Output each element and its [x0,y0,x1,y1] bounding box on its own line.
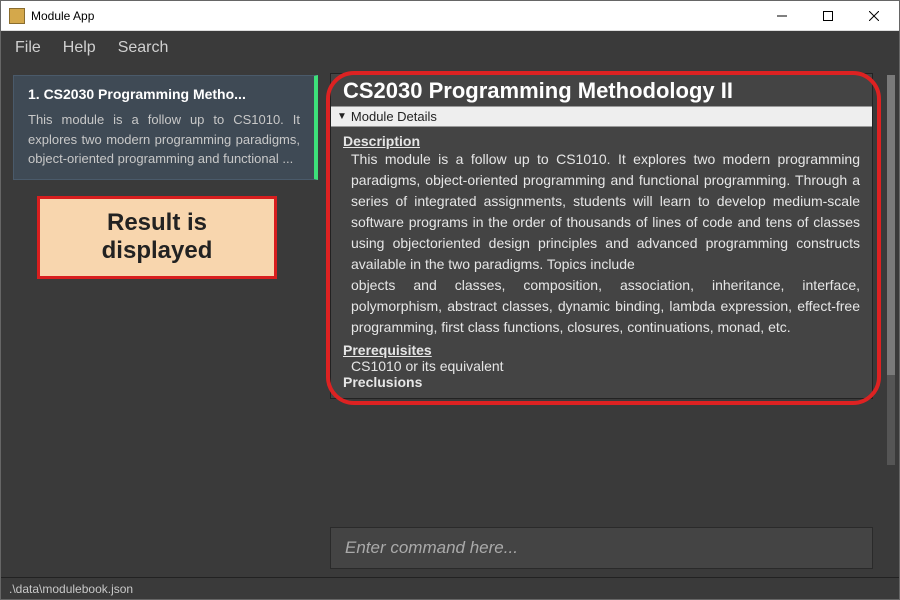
window-title: Module App [31,9,94,23]
menu-search[interactable]: Search [118,39,169,57]
scrollbar-thumb[interactable] [887,75,895,375]
prerequisites-value: CS1010 or its equivalent [343,358,860,374]
titlebar: Module App [1,1,899,31]
description-text-1: This module is a follow up to CS1010. It… [343,149,860,275]
module-detail-panel: CS2030 Programming Methodology II ▼ Modu… [330,73,873,399]
collapse-arrow-icon: ▼ [337,111,347,122]
command-placeholder: Enter command here... [345,538,518,557]
annotation-callout: Result is displayed [37,196,277,280]
maximize-button[interactable] [805,1,851,31]
sidebar: 1. CS2030 Programming Metho... This modu… [1,65,326,577]
annotation-text: Result is displayed [58,209,256,267]
close-button[interactable] [851,1,897,31]
module-detail-body: Description This module is a follow up t… [331,127,872,398]
app-icon [9,8,25,24]
menu-file[interactable]: File [15,39,41,57]
list-item-snippet: This module is a follow up to CS1010. It… [28,110,300,169]
detail-wrap: CS2030 Programming Methodology II ▼ Modu… [330,73,889,399]
main-panel: CS2030 Programming Methodology II ▼ Modu… [326,65,899,577]
command-input[interactable]: Enter command here... [330,527,873,569]
module-details-header[interactable]: ▼ Module Details [331,106,872,127]
prerequisites-label: Prerequisites [343,342,860,358]
list-item-title: 1. CS2030 Programming Metho... [28,86,300,102]
module-details-label: Module Details [351,109,437,124]
module-title: CS2030 Programming Methodology II [331,74,872,106]
menu-help[interactable]: Help [63,39,96,57]
module-list-item[interactable]: 1. CS2030 Programming Metho... This modu… [13,75,318,180]
description-label: Description [343,133,860,149]
description-text-2: objects and classes, composition, associ… [343,275,860,338]
app-window: Module App File Help Search 1. CS2030 Pr… [0,0,900,600]
preclusions-label: Preclusions [343,374,860,390]
statusbar: .\data\modulebook.json [1,577,899,599]
content-area: 1. CS2030 Programming Metho... This modu… [1,65,899,577]
menubar: File Help Search [1,31,899,65]
status-path: .\data\modulebook.json [9,582,133,596]
minimize-button[interactable] [759,1,805,31]
scrollbar[interactable] [887,75,895,465]
